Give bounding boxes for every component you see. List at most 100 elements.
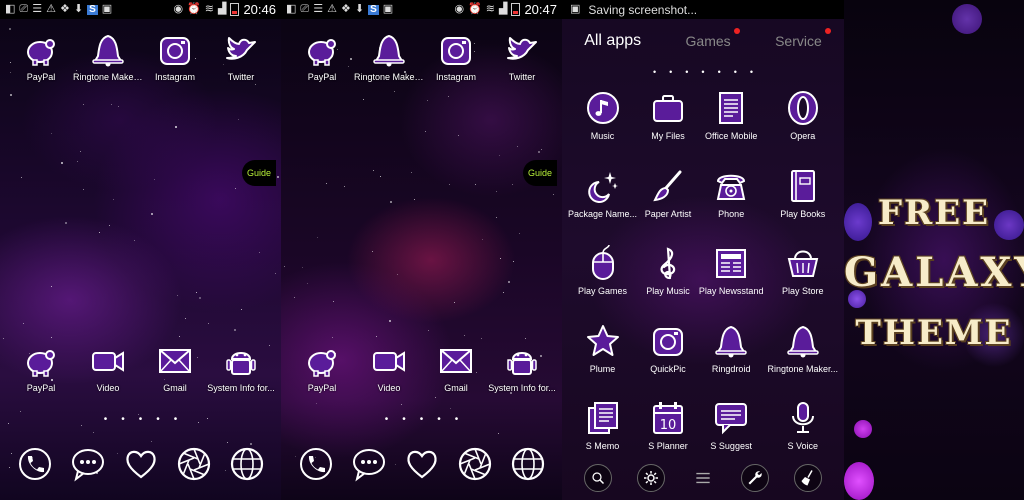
tab-games[interactable]: Games xyxy=(686,28,740,49)
app-icon[interactable]: Phone xyxy=(697,162,766,240)
phone-icon[interactable] xyxy=(296,444,336,484)
app-icon[interactable]: Plume xyxy=(566,317,639,395)
app-shortcut[interactable]: Instagram xyxy=(421,30,491,82)
app-shortcut[interactable]: Ringtone Maker... xyxy=(354,30,424,82)
app-icon[interactable]: Opera xyxy=(765,84,840,162)
app-icon[interactable]: Office Mobile xyxy=(697,84,766,162)
star xyxy=(449,183,451,185)
camera-icon xyxy=(436,30,476,70)
star xyxy=(154,178,156,180)
app-shortcut[interactable]: PayPal xyxy=(6,341,76,393)
star xyxy=(293,297,295,299)
app-icon[interactable]: Music xyxy=(566,84,639,162)
wifi-icon: ≋ xyxy=(204,3,214,15)
guide-button[interactable]: Guide xyxy=(523,160,557,186)
video-icon xyxy=(88,341,128,381)
chat-icon[interactable] xyxy=(68,444,108,484)
briefcase-icon xyxy=(648,88,688,128)
star xyxy=(463,335,465,337)
star xyxy=(151,212,154,215)
tab-service[interactable]: Service xyxy=(775,28,831,49)
app-shortcut[interactable]: Gmail xyxy=(140,341,210,393)
app-icon[interactable]: Ringtone Maker... xyxy=(765,317,840,395)
app-icon[interactable]: Play Books xyxy=(765,162,840,240)
app-icon[interactable]: S Suggest xyxy=(697,394,766,472)
app-label: Phone xyxy=(718,208,745,219)
star xyxy=(498,154,500,156)
promo-line-1: FREE xyxy=(877,193,991,233)
wrench-button[interactable] xyxy=(741,464,770,492)
app-label: S Memo xyxy=(585,441,620,451)
app-icon[interactable]: S Memo xyxy=(566,394,639,472)
settings-button[interactable] xyxy=(636,464,665,492)
app-shortcut[interactable]: Video xyxy=(73,341,143,393)
broom-icon xyxy=(799,469,817,487)
app-icon[interactable]: Play Newsstand xyxy=(697,239,766,317)
aperture-icon[interactable] xyxy=(174,444,214,484)
bell-icon xyxy=(711,321,751,361)
star xyxy=(233,329,236,332)
app-label: Paper Artist xyxy=(644,208,692,219)
app-shortcut[interactable]: Instagram xyxy=(140,30,210,82)
app-icon[interactable]: Ringdroid xyxy=(697,317,766,395)
app-shortcut[interactable]: System Info for... xyxy=(206,341,276,393)
star xyxy=(283,266,285,268)
star xyxy=(458,135,460,137)
app-icon[interactable]: S Voice xyxy=(765,394,840,472)
page-indicator: ••••• xyxy=(384,414,473,425)
app-shortcut[interactable]: Video xyxy=(354,341,424,393)
star xyxy=(498,432,500,434)
calendar-icon: 10 xyxy=(648,398,688,438)
search-button[interactable] xyxy=(584,464,613,492)
app-label: System Info for... xyxy=(207,383,275,393)
rotary-phone-icon xyxy=(711,166,751,206)
star xyxy=(332,336,333,338)
app-label: Play Newsstand xyxy=(698,286,764,296)
app-shortcut[interactable]: Gmail xyxy=(421,341,491,393)
browser-icon[interactable] xyxy=(508,444,548,484)
piggy-bank-icon xyxy=(302,30,342,70)
app-icon[interactable]: Play Store xyxy=(765,239,840,317)
star xyxy=(302,267,304,269)
heart-icon[interactable] xyxy=(402,444,442,484)
app-icon[interactable]: QuickPic xyxy=(639,317,697,395)
heart-icon[interactable] xyxy=(121,444,161,484)
app-shortcut[interactable]: Twitter xyxy=(206,30,276,82)
star xyxy=(517,145,519,147)
phone-icon[interactable] xyxy=(15,444,55,484)
star xyxy=(475,184,477,186)
star xyxy=(76,161,78,163)
star xyxy=(82,188,84,190)
chat-icon[interactable] xyxy=(349,444,389,484)
star-icon xyxy=(583,321,623,361)
app-icon[interactable]: Paper Artist xyxy=(639,162,697,240)
app-shortcut[interactable]: PayPal xyxy=(287,30,357,82)
star xyxy=(151,440,153,442)
aperture-icon[interactable] xyxy=(455,444,495,484)
dock xyxy=(0,444,281,484)
app-shortcut[interactable]: PayPal xyxy=(6,30,76,82)
star xyxy=(111,103,113,105)
browser-icon[interactable] xyxy=(227,444,267,484)
app-icon[interactable]: Play Games xyxy=(566,239,639,317)
app-label: Gmail xyxy=(444,383,468,393)
app-icon[interactable]: My Files xyxy=(639,84,697,162)
app-icon[interactable]: Play Music xyxy=(639,239,697,317)
notification-badge xyxy=(824,28,831,34)
dock xyxy=(281,444,562,484)
star xyxy=(50,285,52,287)
app-icon[interactable]: 10 S Planner xyxy=(639,394,697,472)
bird-icon xyxy=(221,30,261,70)
app-shortcut[interactable]: System Info for... xyxy=(487,341,557,393)
app-icon[interactable]: Package Name... xyxy=(566,162,639,240)
broom-button[interactable] xyxy=(793,464,822,492)
status-bar: ▣ Saving screenshot... xyxy=(562,0,844,19)
app-label: S Voice xyxy=(787,441,818,451)
app-shortcut[interactable]: Twitter xyxy=(487,30,557,82)
tab-all-apps[interactable]: All apps xyxy=(584,32,641,50)
app-label: PayPal xyxy=(26,72,56,82)
app-shortcut[interactable]: Ringtone Maker... xyxy=(73,30,143,82)
menu-button[interactable] xyxy=(689,464,717,492)
app-shortcut[interactable]: PayPal xyxy=(287,341,357,393)
guide-button[interactable]: Guide xyxy=(242,160,276,186)
